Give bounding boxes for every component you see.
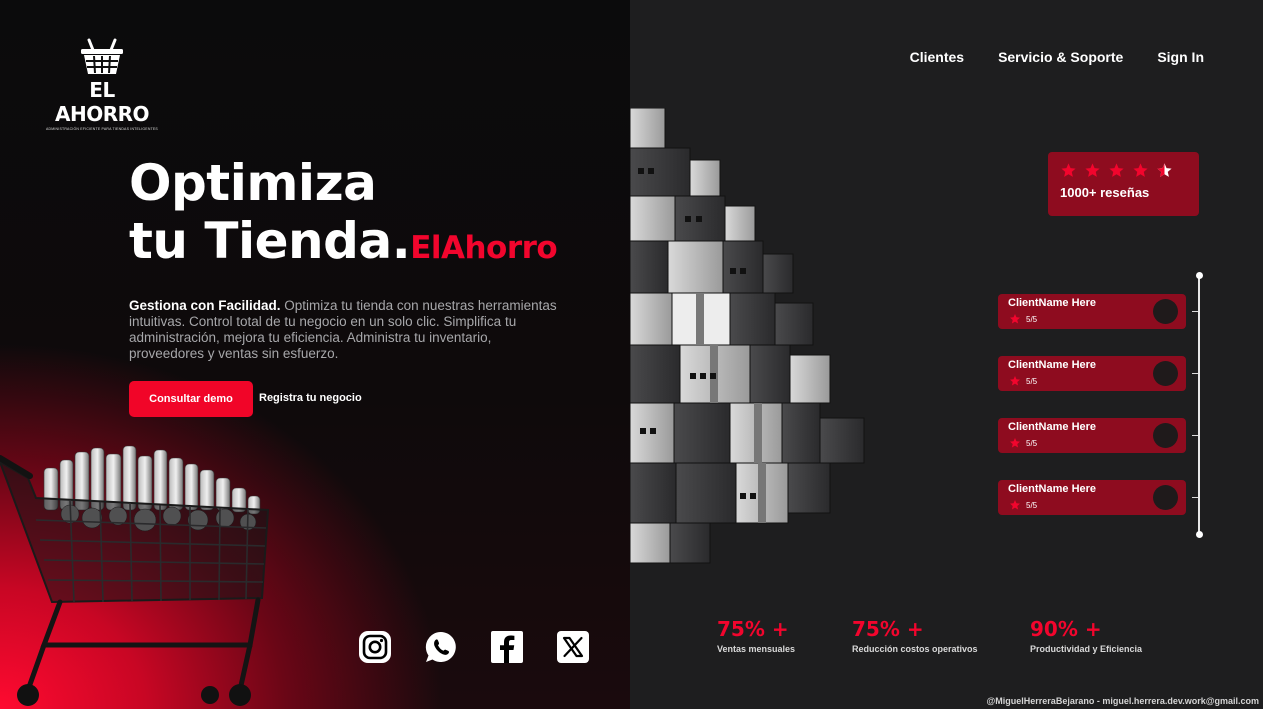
stat-value: 75% + bbox=[717, 617, 789, 641]
facebook-icon[interactable] bbox=[490, 630, 524, 664]
top-nav: Clientes Servicio & Soporte Sign In bbox=[910, 49, 1204, 65]
testimonial-timeline bbox=[1198, 275, 1200, 535]
shopping-cart-illustration bbox=[0, 445, 270, 706]
client-score: 5/5 bbox=[1009, 499, 1037, 511]
hero-title-line2: tu Tienda. bbox=[129, 212, 411, 270]
stat-cost-reduction: 75% + Reducción costos operativos bbox=[852, 617, 978, 654]
client-score: 5/5 bbox=[1009, 313, 1037, 325]
hero-description-bold: Gestiona con Facilidad. bbox=[129, 298, 281, 313]
register-business-link[interactable]: Registra tu negocio bbox=[259, 392, 362, 404]
basket-icon bbox=[81, 38, 123, 74]
stat-monthly-sales: 75% + Ventas mensuales bbox=[717, 617, 795, 654]
client-name: ClientName Here bbox=[1008, 297, 1097, 309]
brand-name: EL AHORRO bbox=[54, 78, 150, 126]
stat-label: Productividad y Eficiencia bbox=[1030, 644, 1143, 654]
avatar bbox=[1153, 361, 1178, 386]
rating-count: 1000+ reseñas bbox=[1060, 185, 1150, 200]
avatar bbox=[1153, 299, 1178, 324]
testimonial-card[interactable]: ClientName Here 5/5 bbox=[998, 356, 1186, 391]
nav-sign-in[interactable]: Sign In bbox=[1157, 49, 1204, 65]
star-icon bbox=[1133, 163, 1148, 177]
client-name: ClientName Here bbox=[1008, 483, 1097, 495]
star-icon bbox=[1010, 376, 1020, 386]
client-score-value: 5/5 bbox=[1026, 438, 1038, 448]
avatar bbox=[1153, 423, 1178, 448]
timeline-tick bbox=[1192, 497, 1198, 498]
stat-value: 90% + bbox=[1030, 617, 1102, 641]
star-icon bbox=[1085, 163, 1100, 177]
nav-servicio-soporte[interactable]: Servicio & Soporte bbox=[998, 49, 1123, 65]
whatsapp-icon[interactable] bbox=[424, 630, 458, 664]
stat-label: Reducción costos operativos bbox=[852, 644, 978, 654]
testimonial-card[interactable]: ClientName Here 5/5 bbox=[998, 480, 1186, 515]
star-icon bbox=[1061, 163, 1076, 177]
hero-title-line1: Optimiza bbox=[129, 154, 377, 212]
testimonial-card[interactable]: ClientName Here 5/5 bbox=[998, 418, 1186, 453]
testimonial-card[interactable]: ClientName Here 5/5 bbox=[998, 294, 1186, 329]
timeline-tick bbox=[1192, 373, 1198, 374]
timeline-end-dot bbox=[1196, 531, 1203, 538]
brand-tagline: ADMINISTRACIÓN EFICIENTE PARA TIENDAS IN… bbox=[46, 127, 158, 131]
client-score: 5/5 bbox=[1009, 375, 1037, 387]
rating-stars bbox=[1060, 162, 1187, 179]
half-star-icon bbox=[1157, 163, 1172, 177]
hero-description: Gestiona con Facilidad. Optimiza tu tien… bbox=[129, 298, 559, 362]
consult-demo-button[interactable]: Consultar demo bbox=[129, 381, 253, 417]
client-score-value: 5/5 bbox=[1026, 314, 1038, 324]
client-name: ClientName Here bbox=[1008, 421, 1097, 433]
client-name: ClientName Here bbox=[1008, 359, 1097, 371]
hero-title: Optimiza tu Tienda.ElAhorro bbox=[129, 154, 558, 277]
brand-logo[interactable]: EL AHORRO ADMINISTRACIÓN EFICIENTE PARA … bbox=[44, 38, 160, 131]
star-icon bbox=[1010, 500, 1020, 510]
client-score-value: 5/5 bbox=[1026, 376, 1038, 386]
social-links bbox=[358, 630, 590, 664]
client-score: 5/5 bbox=[1009, 437, 1037, 449]
client-score-value: 5/5 bbox=[1026, 500, 1038, 510]
avatar bbox=[1153, 485, 1178, 510]
hero-title-accent: ElAhorro bbox=[410, 230, 558, 266]
nav-clientes[interactable]: Clientes bbox=[910, 49, 964, 65]
boxes-stack-illustration bbox=[630, 108, 865, 564]
timeline-start-dot bbox=[1196, 272, 1203, 279]
rating-card: 1000+ reseñas bbox=[1048, 152, 1199, 216]
stat-value: 75% + bbox=[852, 617, 924, 641]
star-icon bbox=[1010, 314, 1020, 324]
author-credit: @MiguelHerreraBejarano - miguel.herrera.… bbox=[986, 696, 1259, 706]
star-icon bbox=[1010, 438, 1020, 448]
stat-label: Ventas mensuales bbox=[717, 644, 796, 654]
instagram-icon[interactable] bbox=[358, 630, 392, 664]
star-icon bbox=[1109, 163, 1124, 177]
x-icon[interactable] bbox=[556, 630, 590, 664]
timeline-tick bbox=[1192, 311, 1198, 312]
timeline-tick bbox=[1192, 435, 1198, 436]
stat-productivity: 90% + Productividad y Eficiencia bbox=[1030, 617, 1142, 654]
